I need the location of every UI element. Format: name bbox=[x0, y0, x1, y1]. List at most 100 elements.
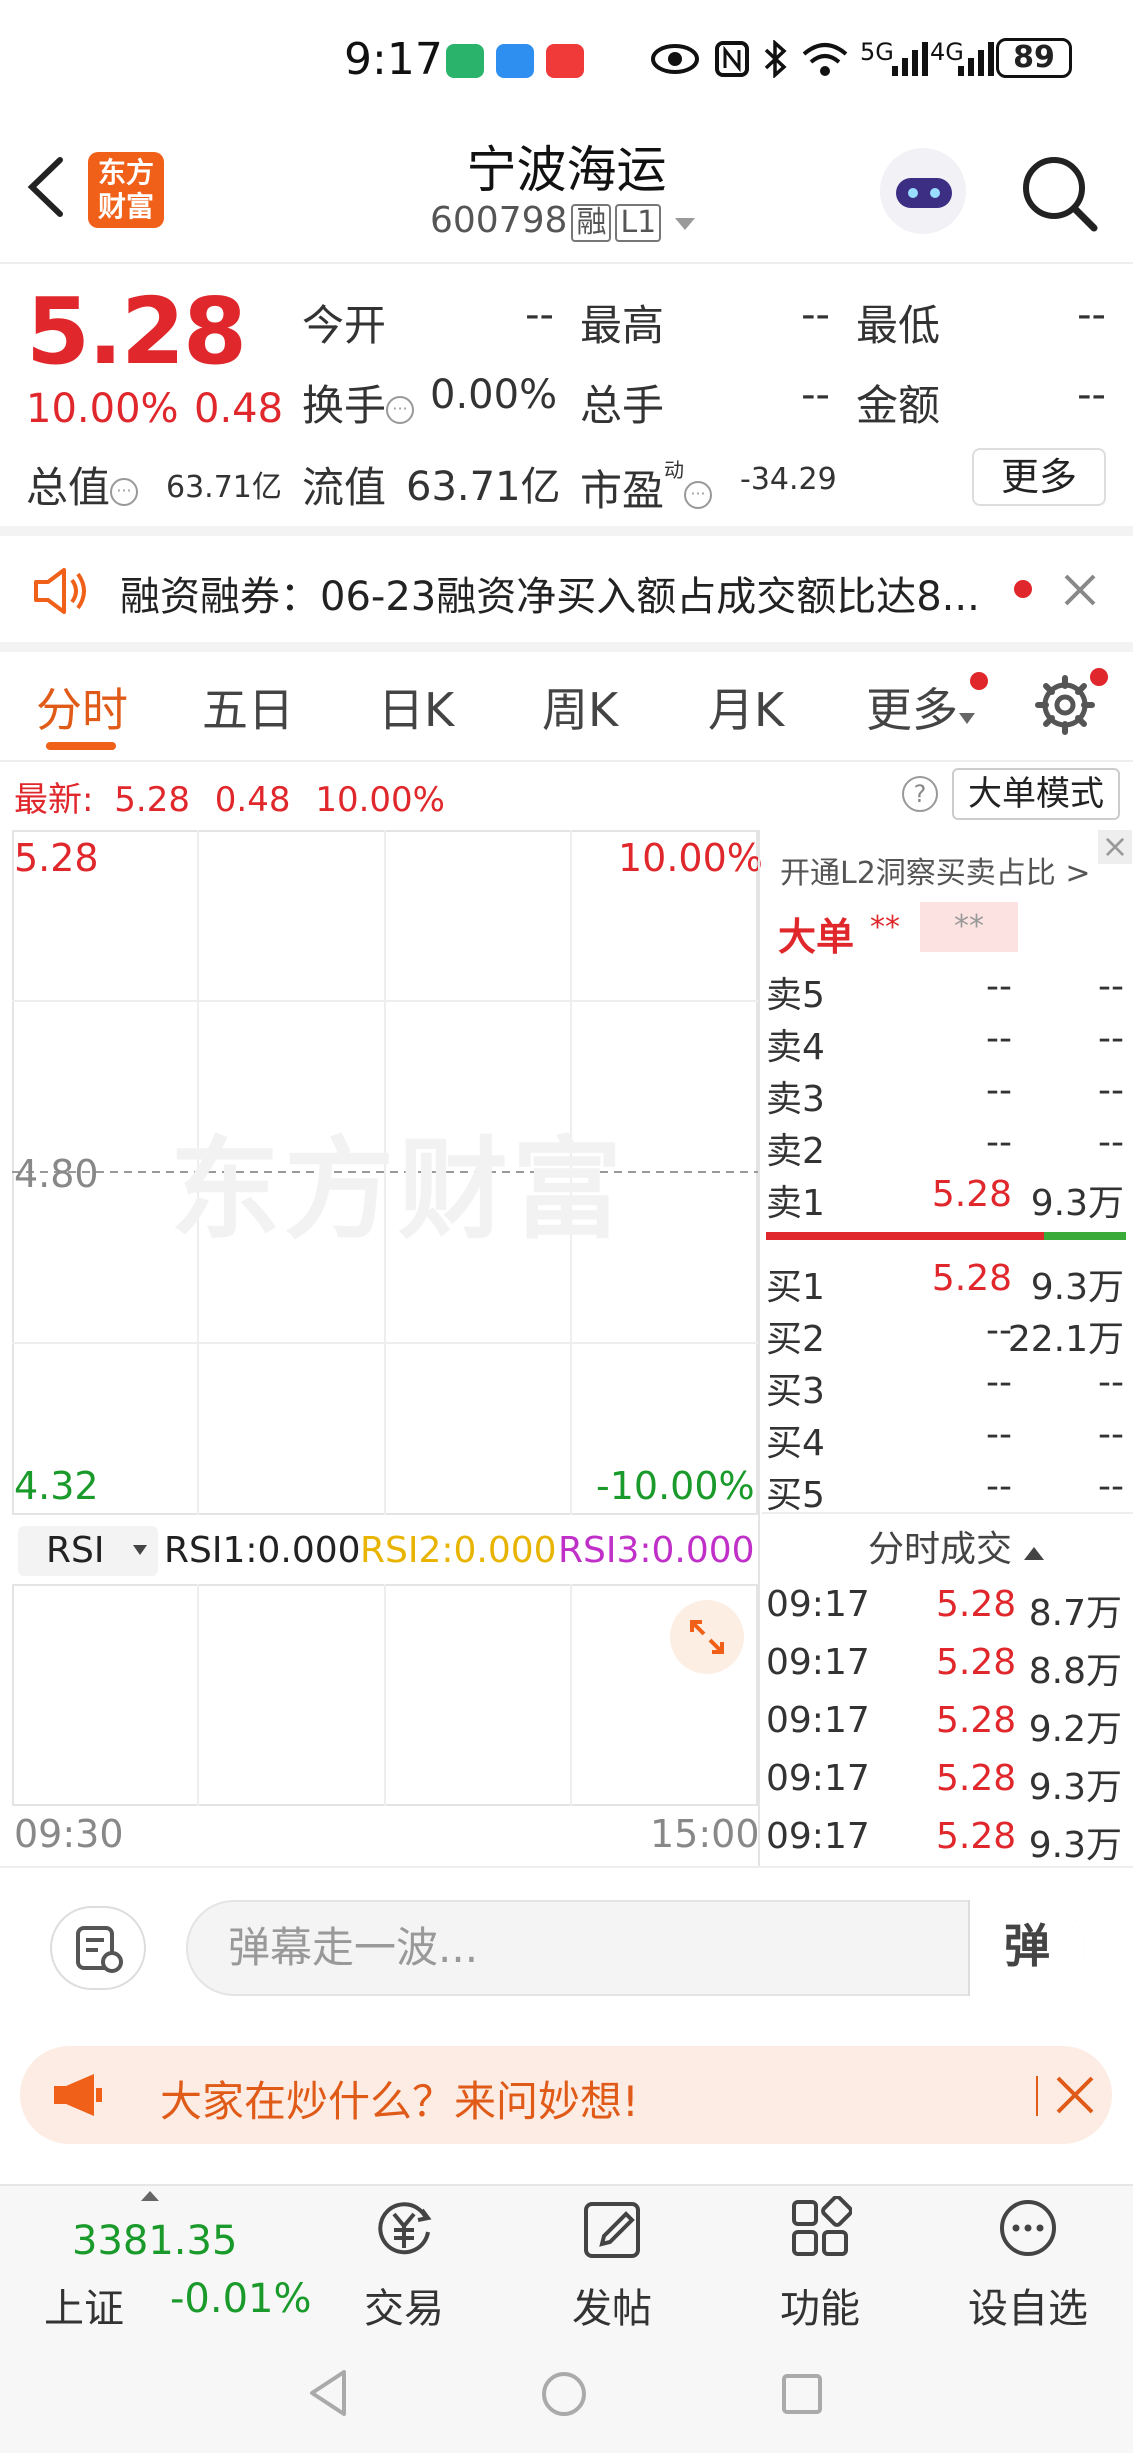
trade-row: 09:17 5.28 9.2万 bbox=[766, 1700, 1122, 1750]
close-icon[interactable]: × bbox=[1098, 830, 1132, 864]
tab-daily-k[interactable]: 日K bbox=[378, 674, 454, 740]
turnover-value: 0.00% bbox=[430, 372, 558, 418]
danmaku-settings-button[interactable] bbox=[50, 1906, 146, 1990]
more-quote-button[interactable]: 更多 bbox=[972, 448, 1106, 506]
status-bar: 9:17 5G 4G 89 bbox=[0, 0, 1133, 120]
volume-value: -- bbox=[801, 372, 830, 418]
assistant-robot-icon[interactable] bbox=[880, 148, 966, 234]
trade-icon bbox=[378, 2202, 432, 2255]
caret-down-icon bbox=[959, 713, 975, 724]
edit-icon bbox=[584, 2202, 640, 2258]
trade-row: 09:17 5.28 8.8万 bbox=[766, 1642, 1122, 1692]
signal-5g-icon bbox=[892, 42, 928, 76]
latest-change: 0.48 bbox=[214, 780, 291, 820]
news-ticker[interactable]: 融资融券：06-23融资净买入额占成交额比达8... bbox=[0, 536, 1133, 642]
bid-row[interactable]: 买4 -- -- bbox=[762, 1408, 1124, 1464]
index-name[interactable]: 上证 bbox=[44, 2276, 124, 2334]
recents-square-icon[interactable] bbox=[780, 2372, 824, 2416]
trade-row: 09:17 5.28 8.7万 bbox=[766, 1584, 1122, 1634]
bid-row[interactable]: 买2 -- 22.1万 bbox=[762, 1304, 1124, 1360]
volume-label: 总手 bbox=[580, 381, 665, 430]
big-order-mode-button[interactable]: 大单模式 bbox=[952, 768, 1120, 820]
ask-row[interactable]: 卖3 -- -- bbox=[762, 1064, 1124, 1120]
grid-icon bbox=[792, 2196, 852, 2256]
back-triangle-icon[interactable] bbox=[306, 2368, 350, 2418]
tab-weekly-k[interactable]: 周K bbox=[542, 674, 618, 740]
help-icon[interactable]: ? bbox=[902, 776, 938, 812]
turnover-info-icon[interactable]: ··· bbox=[386, 396, 415, 424]
ask-row[interactable]: 卖5 -- -- bbox=[762, 960, 1124, 1016]
nav-add-watchlist[interactable]: 设自选 bbox=[958, 2196, 1098, 2336]
trade-row: 09:17 5.28 9.3万 bbox=[766, 1816, 1122, 1866]
market-cap-info-icon[interactable]: ··· bbox=[110, 478, 139, 506]
speaker-icon bbox=[34, 568, 86, 614]
index-change[interactable]: -0.01% bbox=[170, 2276, 312, 2322]
chart-bottom-percent: -10.00% bbox=[596, 1464, 755, 1508]
time-start: 09:30 bbox=[14, 1812, 124, 1856]
pe-dynamic-sup: 动 bbox=[664, 458, 685, 482]
promo-separator bbox=[1036, 2076, 1038, 2116]
open-label: 今开 bbox=[302, 301, 387, 350]
chart-mid-price: 4.80 bbox=[14, 1152, 99, 1196]
ticker-text[interactable]: 融资融券：06-23融资净买入额占成交额比达8... bbox=[120, 564, 980, 622]
l2-upgrade-link[interactable]: 开通L2洞察买卖占比 > bbox=[780, 848, 1090, 892]
promo-text: 大家在炒什么？来问妙想! bbox=[160, 2077, 639, 2126]
status-time: 9:17 bbox=[344, 34, 443, 85]
time-end: 15:00 bbox=[650, 1812, 760, 1856]
tab-intraday[interactable]: 分时 bbox=[36, 674, 128, 740]
latest-price: 5.28 bbox=[114, 780, 190, 820]
ask-row[interactable]: 卖4 -- -- bbox=[762, 1012, 1124, 1068]
tab-more[interactable]: 更多 bbox=[866, 674, 976, 740]
caret-up-icon bbox=[141, 2191, 159, 2201]
trades-title[interactable]: 分时成交 bbox=[868, 1520, 1045, 1572]
chart-bottom-price: 4.32 bbox=[14, 1464, 99, 1508]
gear-icon[interactable] bbox=[1034, 674, 1096, 736]
bid-row[interactable]: 买1 5.28 9.3万 bbox=[762, 1252, 1124, 1308]
low-value: -- bbox=[1077, 292, 1106, 338]
pe-info-icon[interactable]: ··· bbox=[684, 481, 713, 509]
chart-top-price: 5.28 bbox=[14, 836, 99, 880]
change-amount: 0.48 bbox=[194, 386, 284, 432]
trade-row: 09:17 5.28 9.3万 bbox=[766, 1758, 1122, 1808]
close-icon[interactable] bbox=[1062, 572, 1098, 608]
latest-percent: 10.00% bbox=[315, 780, 445, 820]
close-icon[interactable] bbox=[1054, 2074, 1096, 2116]
ask-row[interactable]: 卖2 -- -- bbox=[762, 1116, 1124, 1172]
rsi2-value: RSI2:0.000 bbox=[360, 1530, 557, 1571]
nav-functions[interactable]: 功能 bbox=[750, 2196, 890, 2336]
expand-icon bbox=[690, 1620, 724, 1654]
home-circle-icon[interactable] bbox=[540, 2370, 588, 2418]
current-price: 5.28 bbox=[26, 278, 247, 385]
latest-row: 最新: 5.28 0.48 10.00% bbox=[14, 772, 445, 821]
index-value[interactable]: 3381.35 bbox=[72, 2218, 237, 2264]
nav-post[interactable]: 发帖 bbox=[542, 2196, 682, 2336]
turnover-label[interactable]: 换手 ··· bbox=[302, 372, 415, 433]
nfc-icon bbox=[715, 41, 749, 77]
low-label: 最低 bbox=[856, 301, 941, 350]
danmaku-send-button[interactable]: 弹 bbox=[968, 1900, 1084, 1996]
watermark: 东方财富 bbox=[170, 1126, 626, 1254]
tab-monthly-k[interactable]: 月K bbox=[708, 674, 784, 740]
indicator-select[interactable]: RSI bbox=[18, 1526, 158, 1576]
search-icon[interactable] bbox=[1020, 154, 1098, 232]
amount-label: 金额 bbox=[856, 381, 941, 430]
bid-row[interactable]: 买5 -- -- bbox=[762, 1460, 1124, 1516]
ask-row[interactable]: 卖1 5.28 9.3万 bbox=[762, 1168, 1124, 1224]
bottom-nav: 3381.35 上证 -0.01% 交易 发帖 功能 设自选 bbox=[0, 2184, 1133, 2334]
market-cap-label[interactable]: 总值 ··· bbox=[26, 454, 139, 515]
tab-five-day[interactable]: 五日 bbox=[202, 674, 294, 740]
bid-row[interactable]: 买3 -- -- bbox=[762, 1356, 1124, 1412]
change-percent: 10.00% bbox=[26, 386, 179, 432]
header-divider bbox=[0, 262, 1133, 264]
ai-promo-banner[interactable]: 大家在炒什么？来问妙想! bbox=[20, 2046, 1112, 2144]
amount-value: -- bbox=[1077, 372, 1106, 418]
caret-down-icon bbox=[674, 218, 695, 230]
pe-label[interactable]: 市盈动··· bbox=[580, 454, 713, 518]
stock-code-row[interactable]: 600798 融 L1 bbox=[430, 200, 697, 242]
danmaku-input[interactable]: 弹幕走一波... bbox=[186, 1900, 1084, 1996]
nav-trade[interactable]: 交易 bbox=[334, 2196, 474, 2336]
tabs-divider bbox=[0, 760, 1133, 762]
expand-button[interactable] bbox=[670, 1600, 744, 1674]
rsi-chart[interactable] bbox=[12, 1584, 758, 1806]
rsi1-value: RSI1:0.000 bbox=[164, 1530, 361, 1571]
